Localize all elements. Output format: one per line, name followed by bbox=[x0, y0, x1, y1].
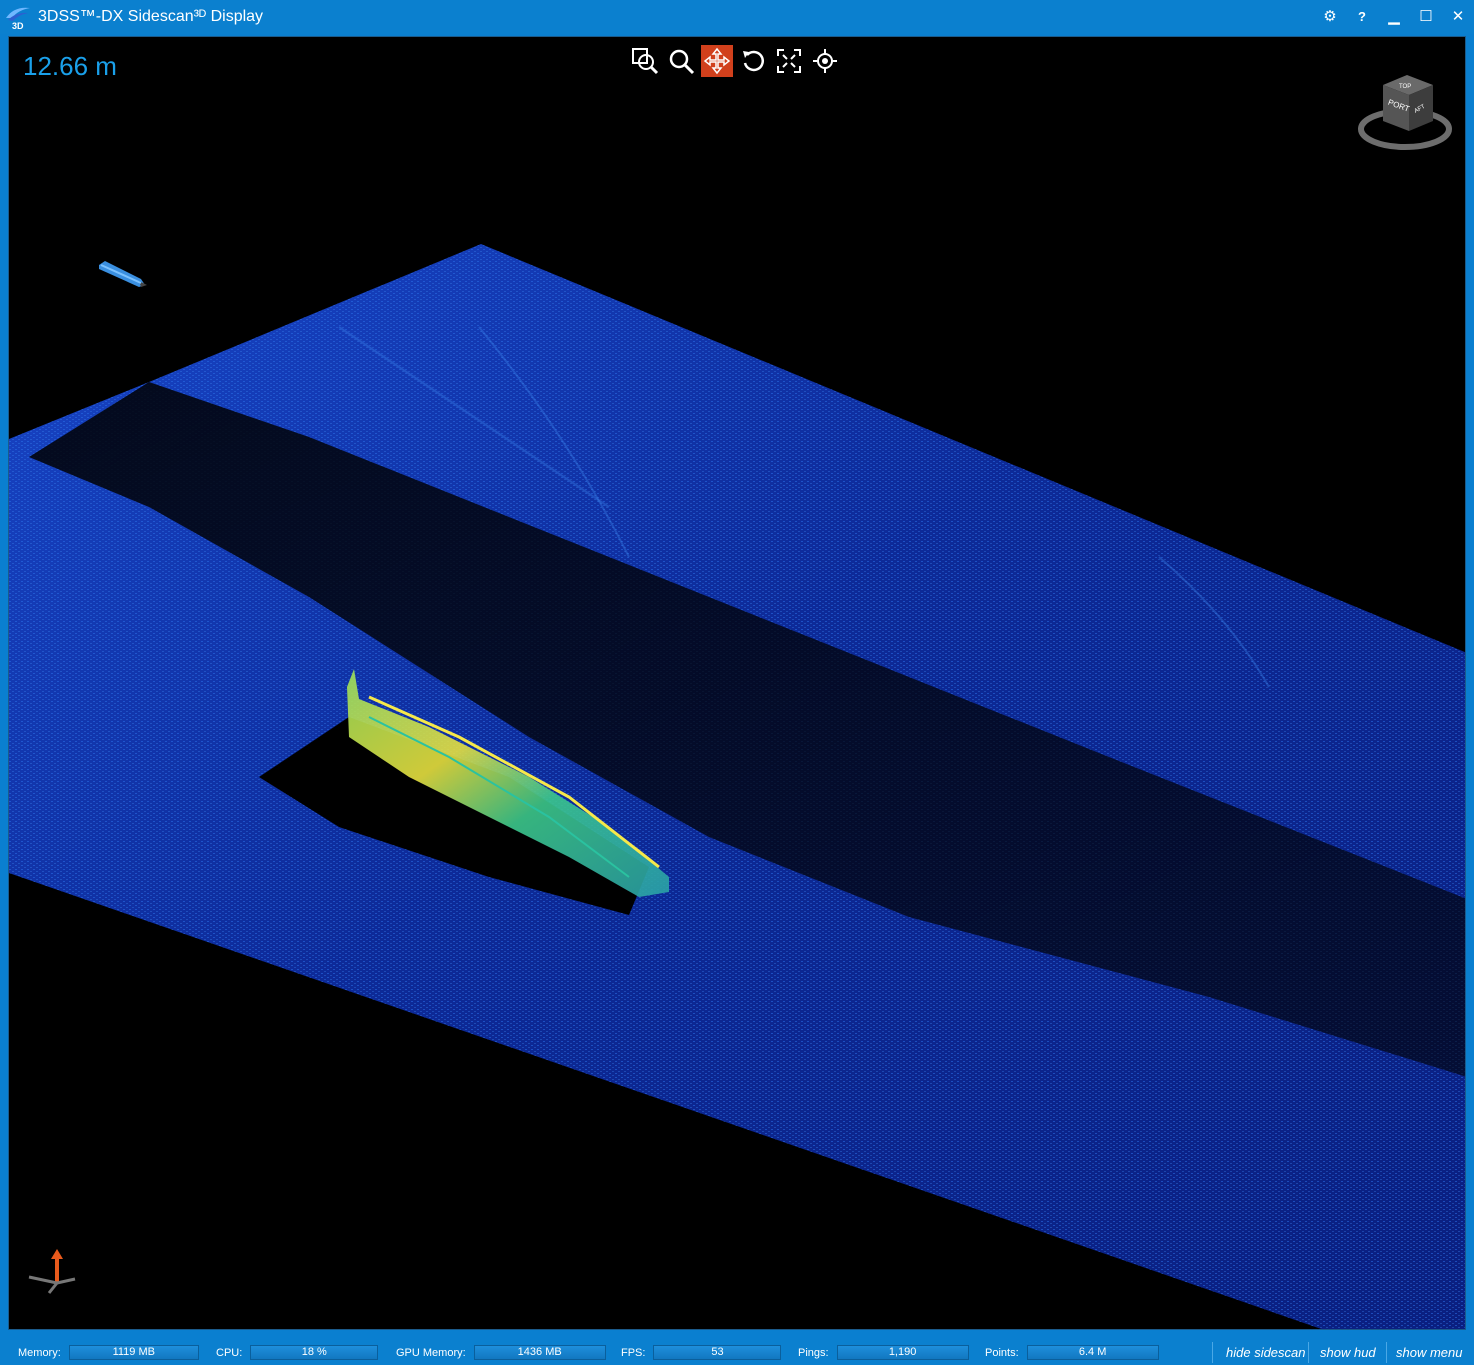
title-bar: 3D 3DSS™-DX Sidescan³ᴰ Display ⚙ ? ▁ ☐ ✕ bbox=[0, 0, 1474, 34]
status-separator bbox=[1386, 1342, 1387, 1363]
help-icon[interactable]: ? bbox=[1350, 5, 1374, 29]
memory-value: 1119 MB bbox=[68, 1345, 199, 1360]
pan-icon[interactable] bbox=[701, 45, 733, 77]
cpu-label: CPU: bbox=[216, 1346, 243, 1359]
status-bar: Memory: 1119 MB CPU: 18 % GPU Memory: 14… bbox=[0, 1340, 1474, 1365]
cpu-stat: CPU: 18 % bbox=[216, 1344, 379, 1361]
fps-stat: FPS: 53 bbox=[621, 1344, 782, 1361]
maximize-icon[interactable]: ☐ bbox=[1414, 5, 1438, 29]
towfish-icon bbox=[99, 261, 147, 287]
zoom-icon[interactable] bbox=[665, 45, 697, 77]
view-cube-top: TOP bbox=[1399, 84, 1411, 90]
pings-stat: Pings: 1,190 bbox=[798, 1344, 969, 1361]
app-logo-icon: 3D bbox=[6, 7, 30, 30]
center-target-icon[interactable] bbox=[809, 45, 841, 77]
view-toolbar bbox=[629, 45, 841, 79]
points-label: Points: bbox=[985, 1346, 1019, 1359]
show-hud-link[interactable]: show hud bbox=[1320, 1345, 1376, 1360]
memory-stat: Memory: 1119 MB bbox=[18, 1344, 199, 1361]
status-separator bbox=[1308, 1342, 1309, 1363]
hide-sidescan-link[interactable]: hide sidescan bbox=[1226, 1345, 1306, 1360]
sidescan-point-cloud[interactable] bbox=[9, 37, 1466, 1330]
minimize-icon[interactable]: ▁ bbox=[1382, 5, 1406, 29]
pings-label: Pings: bbox=[798, 1346, 829, 1359]
points-value: 6.4 M bbox=[1026, 1345, 1159, 1360]
points-stat: Points: 6.4 M bbox=[985, 1344, 1159, 1361]
fps-value: 53 bbox=[653, 1345, 782, 1360]
sidescan-3d-viewport[interactable]: 12.66 m TOP PORT AFT bbox=[8, 36, 1466, 1330]
axis-triad-icon bbox=[28, 1249, 76, 1294]
window-title: 3DSS™-DX Sidescan³ᴰ Display bbox=[38, 8, 264, 25]
show-menu-link[interactable]: show menu bbox=[1396, 1345, 1462, 1360]
close-icon[interactable]: ✕ bbox=[1446, 5, 1470, 29]
rotate-icon[interactable] bbox=[737, 45, 769, 77]
status-separator bbox=[1212, 1342, 1213, 1363]
gpu-memory-label: GPU Memory: bbox=[396, 1346, 466, 1359]
memory-label: Memory: bbox=[18, 1346, 61, 1359]
depth-readout: 12.66 m bbox=[23, 51, 117, 81]
gpu-memory-stat: GPU Memory: 1436 MB bbox=[396, 1344, 606, 1361]
fps-label: FPS: bbox=[621, 1346, 646, 1359]
pings-value: 1,190 bbox=[836, 1345, 969, 1360]
gpu-memory-value: 1436 MB bbox=[473, 1345, 606, 1360]
cpu-value: 18 % bbox=[250, 1345, 379, 1360]
view-cube[interactable]: TOP PORT AFT bbox=[1355, 67, 1455, 157]
settings-icon[interactable]: ⚙ bbox=[1318, 5, 1342, 29]
zoom-region-icon[interactable] bbox=[629, 45, 661, 77]
svg-text:3D: 3D bbox=[12, 21, 24, 30]
fit-extents-icon[interactable] bbox=[773, 45, 805, 77]
